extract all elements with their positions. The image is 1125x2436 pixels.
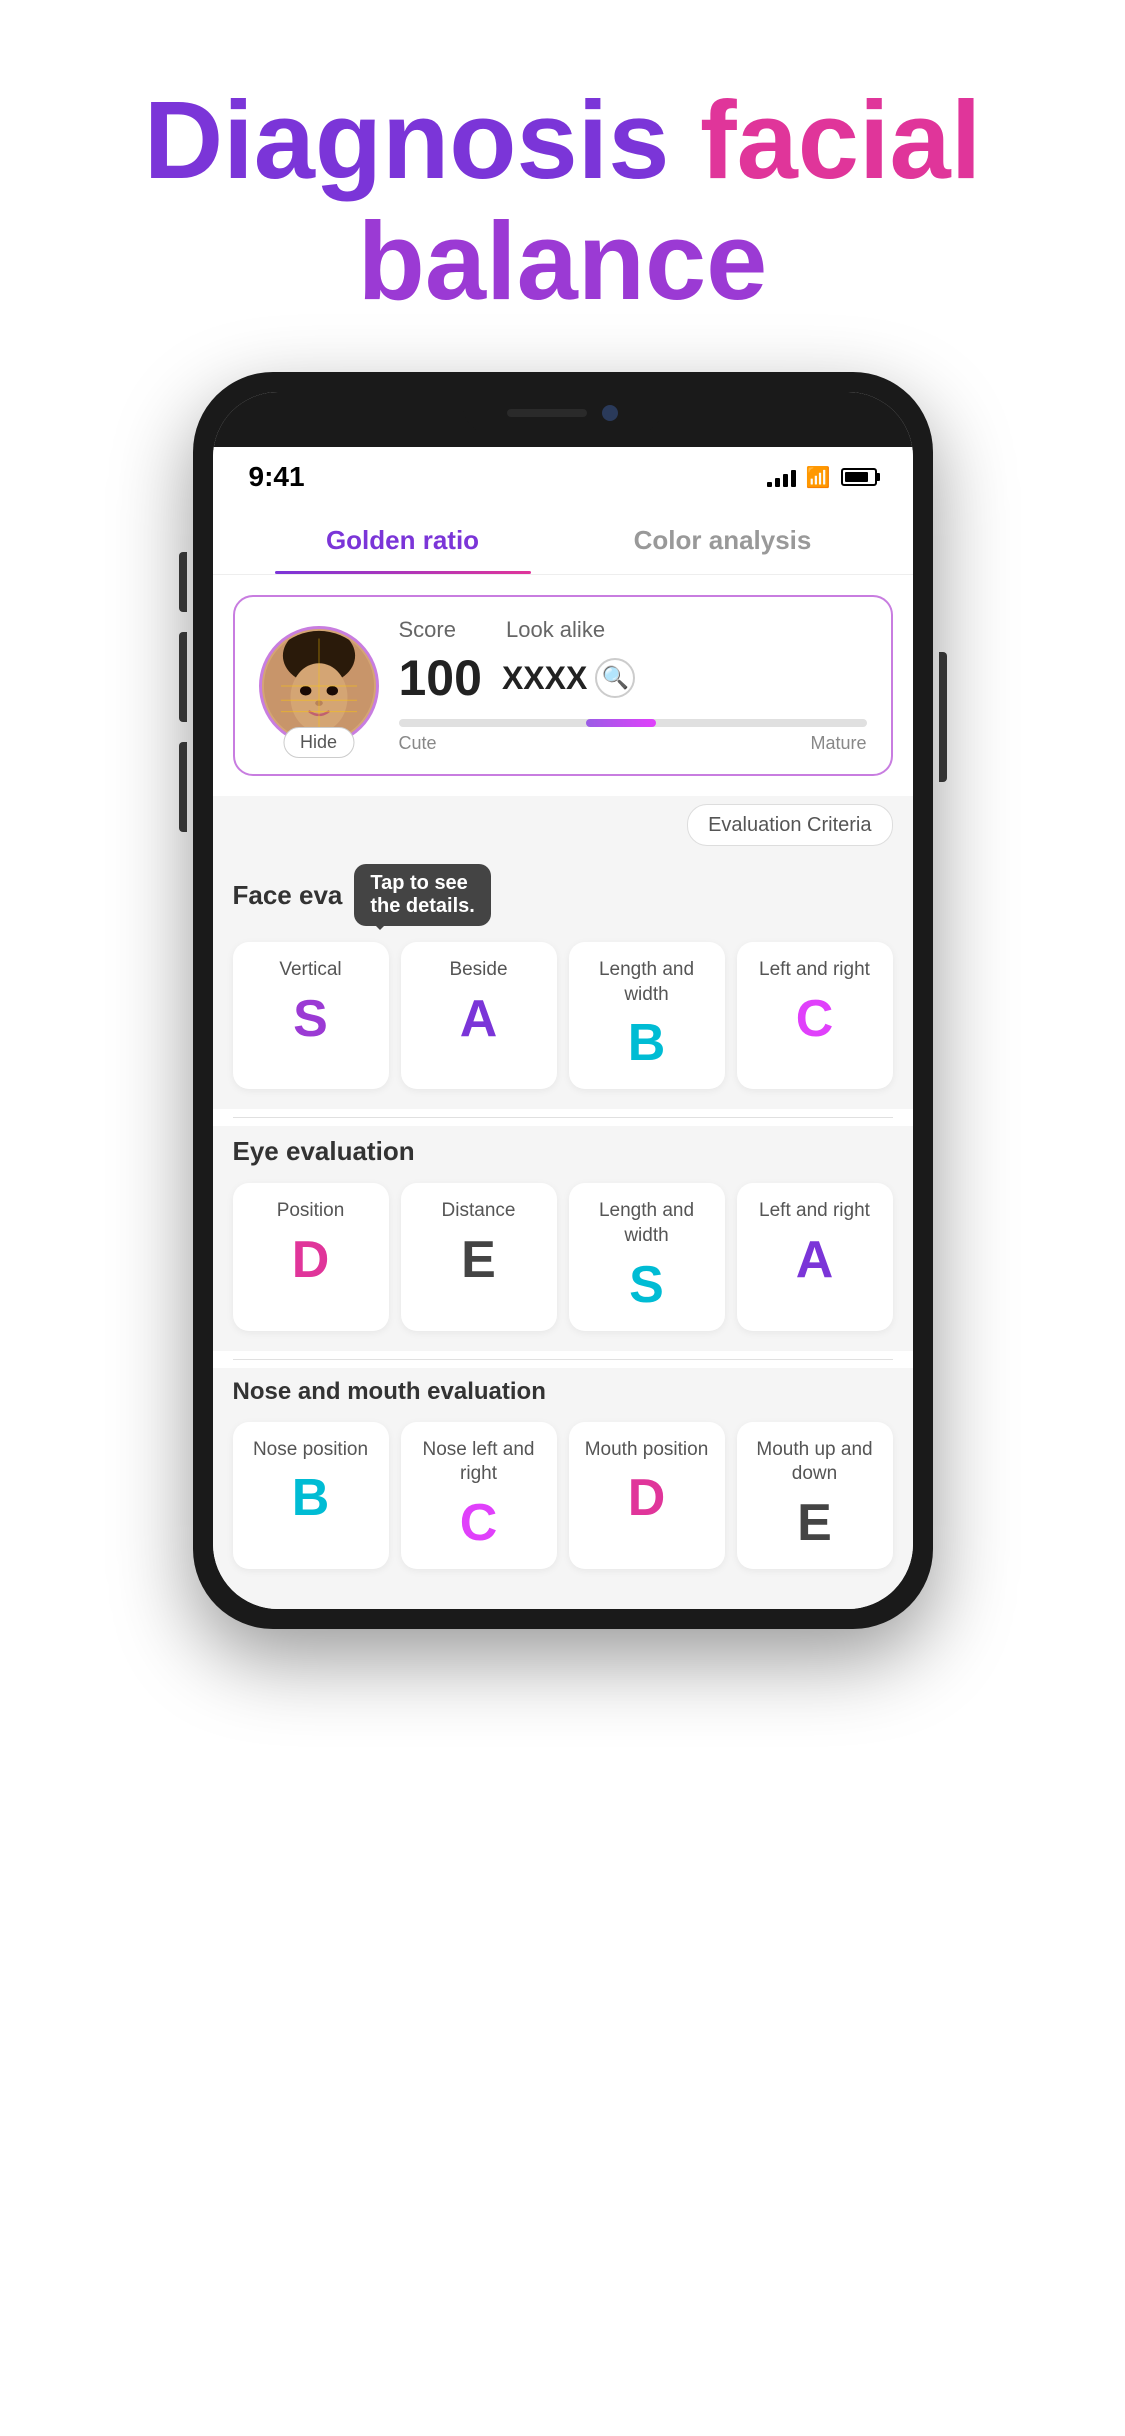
grade-letter-length-width: B <box>581 1017 713 1069</box>
score-info: Score Look alike 100 XXXX 🔍 <box>399 617 867 754</box>
score-label: Score <box>399 617 456 643</box>
battery-icon <box>841 468 877 486</box>
title-facial: facial <box>700 79 981 202</box>
grade-card-eye-left-right[interactable]: Left and right A <box>737 1183 893 1330</box>
grade-label-beside: Beside <box>413 958 545 983</box>
tab-golden-ratio[interactable]: Golden ratio <box>243 503 563 574</box>
lookalike-label: Look alike <box>506 617 605 643</box>
status-icons: 📶 <box>767 465 877 490</box>
grade-card-nose-position[interactable]: Nose position B <box>233 1422 389 1569</box>
hide-button[interactable]: Hide <box>283 727 354 758</box>
grade-letter-mouth-up-down: E <box>749 1497 881 1549</box>
grade-label-left-right: Left and right <box>749 958 881 983</box>
tooltip-bubble: Tap to see the details. <box>354 864 490 926</box>
grade-label-eye-left-right: Left and right <box>749 1199 881 1224</box>
speaker <box>507 409 587 417</box>
grade-card-eye-position[interactable]: Position D <box>233 1183 389 1330</box>
grade-letter-eye-position: D <box>245 1234 377 1286</box>
volume-mute-button <box>179 552 187 612</box>
signal-bar-1 <box>767 482 772 487</box>
grade-letter-nose-left-right: C <box>413 1497 545 1549</box>
phone-frame: 9:41 📶 Golden ratio Color analysis <box>193 372 933 1629</box>
grade-label-eye-position: Position <box>245 1199 377 1224</box>
camera <box>602 405 618 421</box>
volume-up-button <box>179 632 187 722</box>
notch-bar <box>213 392 913 447</box>
grade-card-mouth-position[interactable]: Mouth position D <box>569 1422 725 1569</box>
grade-label-eye-distance: Distance <box>413 1199 545 1224</box>
notch <box>463 392 663 434</box>
grade-letter-nose-position: B <box>245 1472 377 1524</box>
grade-card-nose-left-right[interactable]: Nose left and right C <box>401 1422 557 1569</box>
grade-letter-eye-distance: E <box>413 1234 545 1286</box>
grade-label-mouth-up-down: Mouth up and down <box>749 1438 881 1487</box>
eye-grade-grid: Position D Distance E Length and width S… <box>233 1183 893 1330</box>
eval-criteria-container: Evaluation Criteria <box>213 796 913 854</box>
wifi-icon: 📶 <box>806 465 831 490</box>
lookalike-value: XXXX <box>502 660 587 697</box>
score-values: 100 XXXX 🔍 <box>399 649 867 707</box>
nose-mouth-evaluation-section: Nose and mouth evaluation Nose position … <box>213 1368 913 1609</box>
nose-mouth-eval-title: Nose and mouth evaluation <box>233 1378 893 1406</box>
grade-label-eye-length-width: Length and width <box>581 1199 713 1248</box>
grade-card-left-right[interactable]: Left and right C <box>737 942 893 1089</box>
lookalike-search-button[interactable]: 🔍 <box>595 658 635 698</box>
face-eval-title: Face eva Tap to see the details. <box>233 864 893 926</box>
power-button <box>939 652 947 782</box>
signal-bar-3 <box>783 474 788 487</box>
grade-card-mouth-up-down[interactable]: Mouth up and down E <box>737 1422 893 1569</box>
lookalike-value-container: XXXX 🔍 <box>502 658 635 698</box>
grade-card-eye-distance[interactable]: Distance E <box>401 1183 557 1330</box>
eye-eval-title: Eye evaluation <box>233 1136 893 1167</box>
signal-bar-2 <box>775 478 780 487</box>
app-title: Diagnosis facial balance <box>60 80 1065 322</box>
signal-icon <box>767 467 796 487</box>
tab-color-analysis[interactable]: Color analysis <box>563 503 883 574</box>
status-time: 9:41 <box>249 461 305 493</box>
slider-label-cute: Cute <box>399 733 437 754</box>
signal-bar-4 <box>791 470 796 487</box>
grade-letter-beside: A <box>413 993 545 1045</box>
grade-letter-vertical: S <box>245 993 377 1045</box>
cuteness-slider: Cute Mature <box>399 719 867 754</box>
face-image <box>262 629 376 743</box>
grade-label-nose-position: Nose position <box>245 1438 377 1463</box>
slider-label-mature: Mature <box>810 733 866 754</box>
grade-label-nose-left-right: Nose left and right <box>413 1438 545 1487</box>
grade-card-length-width[interactable]: Length and width B <box>569 942 725 1089</box>
grade-card-eye-length-width[interactable]: Length and width S <box>569 1183 725 1330</box>
slider-labels: Cute Mature <box>399 733 867 754</box>
grade-label-mouth-position: Mouth position <box>581 1438 713 1463</box>
avatar-container: Hide <box>259 626 379 746</box>
grade-letter-left-right: C <box>749 993 881 1045</box>
tab-bar: Golden ratio Color analysis <box>213 503 913 575</box>
section-divider-1 <box>233 1117 893 1118</box>
eye-evaluation-section: Eye evaluation Position D Distance E Len… <box>213 1126 913 1350</box>
slider-track <box>399 719 867 727</box>
grade-card-beside[interactable]: Beside A <box>401 942 557 1089</box>
grade-letter-mouth-position: D <box>581 1472 713 1524</box>
battery-fill <box>845 472 869 482</box>
face-evaluation-section: Face eva Tap to see the details. Vertica… <box>213 854 913 1109</box>
grade-letter-eye-length-width: S <box>581 1259 713 1311</box>
slider-fill <box>586 719 656 727</box>
score-number: 100 <box>399 649 482 707</box>
eval-criteria-button[interactable]: Evaluation Criteria <box>687 804 892 846</box>
title-section: Diagnosis facial balance <box>0 0 1125 372</box>
grade-card-vertical[interactable]: Vertical S <box>233 942 389 1089</box>
title-balance: balance <box>358 200 768 323</box>
section-divider-2 <box>233 1359 893 1360</box>
nose-mouth-grade-grid: Nose position B Nose left and right C Mo… <box>233 1422 893 1569</box>
volume-down-button <box>179 742 187 832</box>
grade-label-vertical: Vertical <box>245 958 377 983</box>
status-bar: 9:41 📶 <box>213 447 913 503</box>
score-labels: Score Look alike <box>399 617 867 643</box>
grade-label-length-width: Length and width <box>581 958 713 1007</box>
face-grade-grid: Vertical S Beside A Length and width B L… <box>233 942 893 1089</box>
phone-screen: 9:41 📶 Golden ratio Color analysis <box>213 392 913 1609</box>
score-card: Hide Score Look alike 100 XXXX 🔍 <box>233 595 893 776</box>
grade-letter-eye-left-right: A <box>749 1234 881 1286</box>
title-diagnosis: Diagnosis <box>144 79 700 202</box>
